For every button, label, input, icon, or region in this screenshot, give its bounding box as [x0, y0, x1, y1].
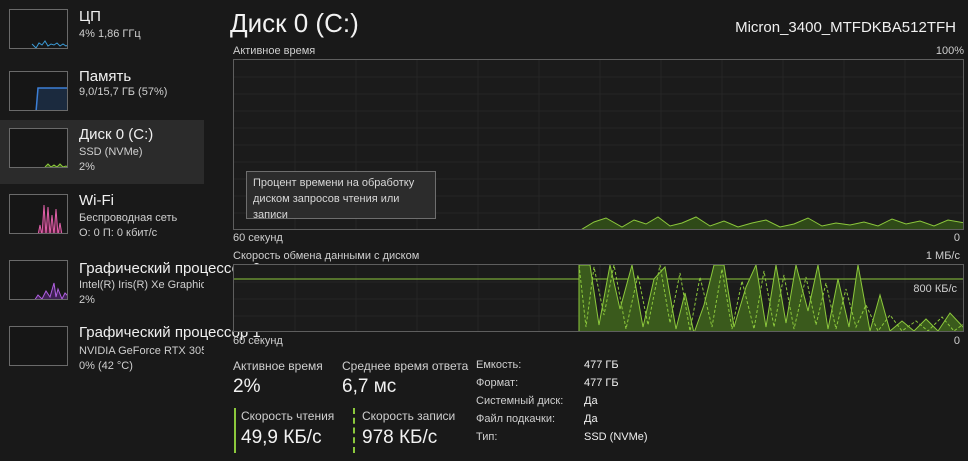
active-time-stat-value: 2%	[233, 376, 261, 397]
transfer-time-label: 60 секунд	[233, 335, 283, 347]
active-time-min-label: 0	[953, 232, 960, 244]
info-type-key: Тип:	[476, 431, 498, 443]
disk-model-name: Micron_3400_MTFDKBA512TFH	[735, 19, 956, 36]
info-system-disk-key: Системный диск:	[476, 395, 564, 407]
sidebar-item-cpu[interactable]: ЦП 4% 1,86 ГГц	[0, 2, 204, 66]
active-time-graph-max: 100%	[935, 45, 964, 57]
transfer-rate-graph[interactable]: 800 КБ/с	[233, 264, 964, 332]
sidebar-item-usage: 2%	[79, 161, 95, 173]
info-capacity-value: 477 ГБ	[584, 359, 619, 371]
sidebar-item-title: Диск 0 (C:)	[79, 126, 154, 143]
read-speed-indicator	[234, 408, 236, 453]
sidebar-item-detail: Intel(R) Iris(R) Xe Graphics	[79, 279, 204, 291]
sidebar-item-title: ЦП	[79, 8, 101, 25]
sidebar: ЦП 4% 1,86 ГГц Память 9,0/15,7 ГБ (57%) …	[0, 0, 261, 461]
info-format-value: 477 ГБ	[584, 377, 619, 389]
transfer-graph-scale: 800 КБ/с	[911, 283, 959, 295]
sidebar-item-gpu0[interactable]: Графический процессор 0 Intel(R) Iris(R)…	[0, 252, 261, 316]
sidebar-item-disk0[interactable]: Диск 0 (C:) SSD (NVMe) 2%	[0, 120, 204, 184]
memory-thumbnail-graph	[9, 71, 68, 111]
sidebar-item-usage: 0% (42 °C)	[79, 360, 133, 372]
gpu1-thumbnail-graph	[9, 326, 68, 366]
sidebar-item-usage: 2%	[79, 294, 95, 306]
cpu-thumbnail-graph	[9, 9, 68, 49]
sidebar-item-detail: SSD (NVMe)	[79, 146, 143, 158]
sidebar-item-detail: Беспроводная сеть	[79, 212, 178, 224]
info-format-key: Формат:	[476, 377, 519, 389]
info-pagefile-key: Файл подкачки:	[476, 413, 556, 425]
transfer-graph-max: 1 МБ/с	[925, 250, 960, 262]
read-speed-label: Скорость чтения	[241, 409, 335, 423]
active-time-stat-label: Активное время	[233, 359, 323, 373]
disk-thumbnail-graph	[9, 128, 68, 168]
sidebar-item-detail: 4% 1,86 ГГц	[79, 28, 141, 40]
sidebar-item-gpu1[interactable]: Графический процессор 1 NVIDIA GeForce R…	[0, 318, 261, 382]
sidebar-item-detail: NVIDIA GeForce RTX 3050	[79, 345, 204, 357]
transfer-graph-label: Скорость обмена данными с диском	[233, 250, 420, 262]
gpu0-thumbnail-graph	[9, 260, 68, 300]
write-speed-label: Скорость записи	[362, 409, 456, 423]
info-capacity-key: Емкость:	[476, 359, 522, 371]
disk-details-panel: Диск 0 (C:) Micron_3400_MTFDKBA512TFH Ак…	[204, 0, 968, 461]
page-title: Диск 0 (C:)	[230, 8, 359, 38]
sidebar-item-title: Память	[79, 68, 132, 85]
info-type-value: SSD (NVMe)	[584, 431, 648, 443]
read-speed-value: 49,9 КБ/с	[241, 427, 322, 448]
active-time-time-label: 60 секунд	[233, 232, 283, 244]
transfer-min-label: 0	[953, 335, 960, 347]
info-pagefile-value: Да	[584, 413, 598, 425]
active-time-graph-label: Активное время	[233, 45, 316, 57]
wifi-thumbnail-graph	[9, 194, 68, 234]
write-speed-value: 978 КБ/с	[362, 427, 438, 448]
sidebar-item-wifi[interactable]: Wi-Fi Беспроводная сеть О: 0 П: 0 кбит/с	[0, 186, 204, 250]
sidebar-item-title: Wi-Fi	[79, 192, 114, 209]
response-time-label: Среднее время ответа	[342, 359, 469, 373]
response-time-value: 6,7 мс	[342, 376, 397, 397]
sidebar-item-detail: 9,0/15,7 ГБ (57%)	[79, 86, 168, 98]
sidebar-item-usage: О: 0 П: 0 кбит/с	[79, 227, 158, 239]
info-system-disk-value: Да	[584, 395, 598, 407]
active-time-tooltip: Процент времени на обработку диском запр…	[246, 171, 436, 221]
write-speed-indicator	[353, 408, 355, 453]
